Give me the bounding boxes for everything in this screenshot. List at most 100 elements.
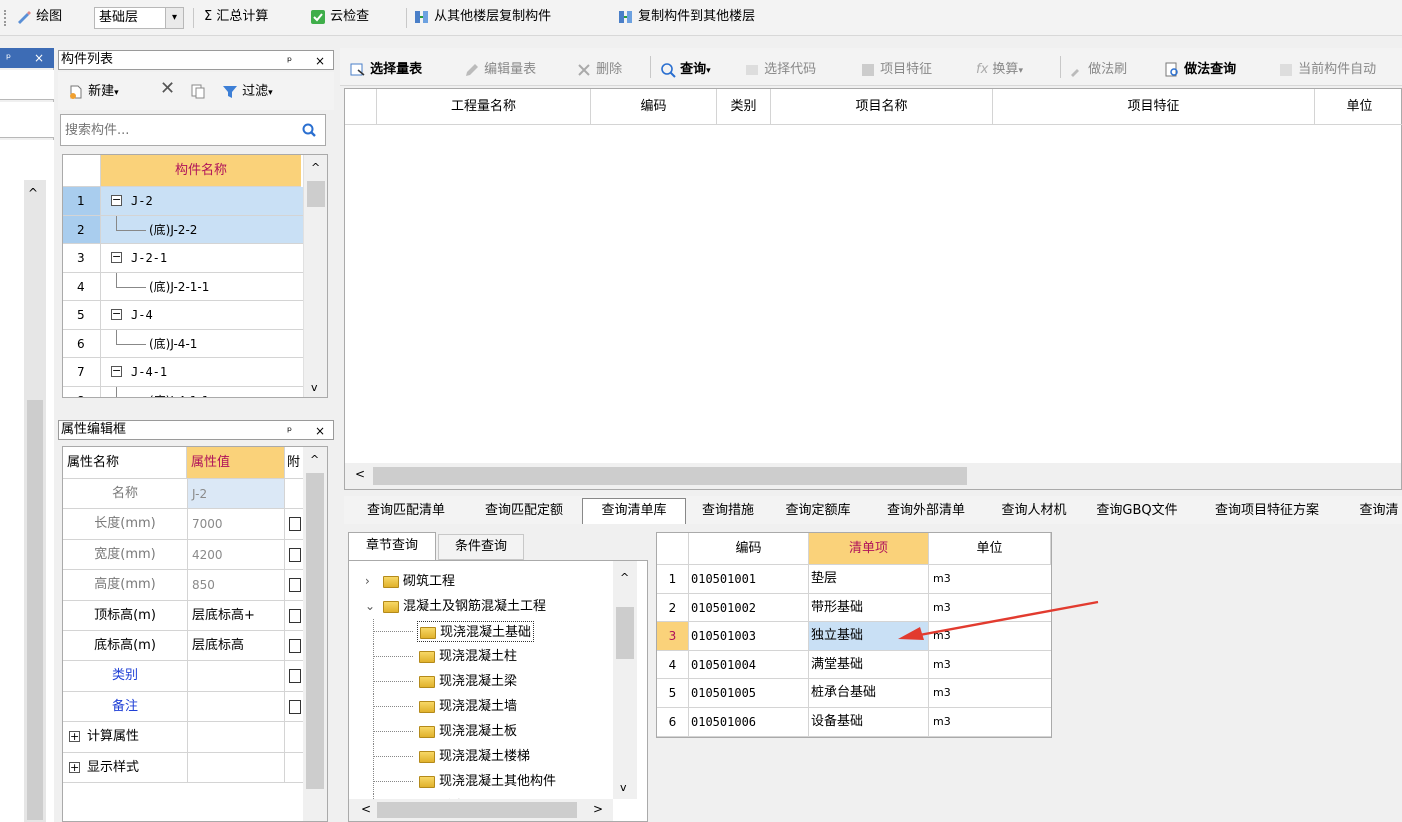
attach-checkbox[interactable] bbox=[289, 517, 301, 532]
scroll-thumb[interactable] bbox=[307, 181, 325, 207]
expand-icon[interactable]: + bbox=[69, 731, 80, 743]
copy-to-floor-button[interactable]: 复制构件到其他楼层 bbox=[618, 6, 755, 28]
property-value[interactable]: 层底标高+ bbox=[187, 600, 285, 630]
column-header-prop-name[interactable]: 属性名称 bbox=[63, 447, 187, 479]
component-row[interactable]: 5− J-4 bbox=[63, 301, 303, 330]
close-icon[interactable]: × bbox=[315, 421, 325, 441]
attach-checkbox[interactable] bbox=[289, 608, 301, 623]
scroll-down-icon[interactable]: v bbox=[620, 781, 627, 794]
column-header-component-name[interactable]: 构件名称 bbox=[101, 155, 301, 187]
component-row[interactable]: 1− J-2 bbox=[63, 187, 303, 216]
component-row[interactable]: 4 (底)J-2-1-1 bbox=[63, 272, 303, 301]
copy-icon[interactable] bbox=[190, 83, 206, 99]
property-value[interactable]: 4200 bbox=[187, 539, 285, 570]
attach-checkbox[interactable] bbox=[289, 699, 301, 714]
chevron-down-icon[interactable]: ⌄ bbox=[365, 594, 375, 619]
attach-checkbox[interactable] bbox=[289, 578, 301, 593]
tree-vertical-scrollbar[interactable]: ^ v bbox=[613, 561, 637, 799]
attach-checkbox[interactable] bbox=[289, 639, 301, 653]
delete-button[interactable]: 删除 bbox=[576, 58, 622, 78]
property-value[interactable] bbox=[187, 691, 285, 722]
qty-column-header[interactable]: 类别 bbox=[717, 89, 771, 125]
scroll-thumb[interactable] bbox=[27, 400, 43, 820]
select-qty-button[interactable]: 选择量表 bbox=[350, 58, 422, 78]
query-button[interactable]: 查询▾ bbox=[660, 58, 711, 78]
property-row[interactable]: + 计算属性 bbox=[63, 722, 303, 753]
property-value[interactable]: 7000 bbox=[187, 509, 285, 539]
scroll-up-icon[interactable]: ^ bbox=[620, 571, 629, 584]
tree-node[interactable]: 现浇混凝土墙 bbox=[349, 694, 611, 719]
select-code-button[interactable]: 选择代码 bbox=[744, 58, 816, 78]
property-row[interactable]: 备注 bbox=[63, 691, 303, 723]
component-scrollbar[interactable]: ^ v bbox=[303, 155, 327, 397]
convert-button[interactable]: fx 换算▾ bbox=[976, 58, 1023, 77]
tree-node[interactable]: 现浇混凝土柱 bbox=[349, 644, 611, 669]
left-dock-item[interactable] bbox=[0, 102, 54, 138]
collapse-icon[interactable]: − bbox=[111, 365, 122, 377]
tab-query-10[interactable]: 查询清 bbox=[1344, 500, 1402, 522]
scroll-thumb[interactable] bbox=[373, 467, 967, 485]
bill-column-header[interactable]: 清单项 bbox=[809, 533, 929, 565]
qty-horizontal-scrollbar[interactable]: < bbox=[345, 463, 1401, 489]
summary-calc-button[interactable]: Σ 汇总计算 bbox=[204, 6, 268, 28]
collapse-icon[interactable]: − bbox=[111, 251, 122, 263]
property-value[interactable]: J-2 bbox=[187, 479, 285, 509]
filter-button[interactable]: 过滤▾ bbox=[222, 80, 273, 100]
bill-row[interactable]: 4 010501004 满堂基础 m3 bbox=[657, 650, 1051, 680]
qty-column-header[interactable]: 工程量名称 bbox=[377, 89, 591, 125]
qty-column-header[interactable]: 项目名称 bbox=[771, 89, 993, 125]
edit-qty-button[interactable]: 编辑量表 bbox=[464, 58, 536, 78]
scroll-left-icon[interactable]: < bbox=[355, 467, 365, 481]
layer-select[interactable]: 基础层 ▾ bbox=[94, 7, 184, 29]
tree-node[interactable]: 现浇混凝土基础 bbox=[349, 619, 611, 644]
chevron-right-icon[interactable]: › bbox=[365, 569, 370, 594]
property-row[interactable]: 长度(mm) 7000 bbox=[63, 509, 303, 540]
scroll-thumb[interactable] bbox=[306, 473, 324, 789]
bill-row[interactable]: 5 010501005 桩承台基础 m3 bbox=[657, 679, 1051, 708]
scroll-thumb[interactable] bbox=[377, 802, 577, 818]
property-scrollbar[interactable]: ^ bbox=[303, 447, 327, 821]
scroll-up-icon[interactable]: ^ bbox=[311, 161, 320, 174]
draw-button[interactable]: 绘图 bbox=[16, 6, 62, 28]
search-icon[interactable] bbox=[301, 122, 317, 138]
tab-condition-query[interactable]: 条件查询 bbox=[438, 534, 524, 560]
property-value[interactable] bbox=[187, 722, 285, 752]
column-header-prop-value[interactable]: 属性值 bbox=[187, 447, 285, 479]
tab-chapter-query[interactable]: 章节查询 bbox=[348, 532, 436, 562]
tab-query-8[interactable]: 查询GBQ文件 bbox=[1084, 500, 1190, 522]
delete-icon[interactable]: ✕ bbox=[160, 78, 175, 99]
tree-node[interactable]: 现浇混凝土梁 bbox=[349, 669, 611, 694]
qty-column-header[interactable]: 单位 bbox=[1315, 89, 1402, 125]
left-scrollbar[interactable]: ^ bbox=[24, 180, 46, 822]
tab-query-6[interactable]: 查询外部清单 bbox=[868, 500, 984, 522]
bill-row[interactable]: 6 010501006 设备基础 m3 bbox=[657, 708, 1051, 737]
attach-checkbox[interactable] bbox=[289, 547, 301, 562]
scroll-down-icon[interactable]: v bbox=[311, 381, 318, 394]
method-brush-button[interactable]: 做法刷 bbox=[1068, 58, 1127, 78]
scroll-up-icon[interactable]: ^ bbox=[310, 453, 319, 466]
pin-icon[interactable]: ᵖ bbox=[287, 421, 292, 441]
scroll-right-icon[interactable]: > bbox=[593, 802, 603, 816]
pin-icon[interactable]: ᵖ bbox=[287, 51, 292, 71]
item-feature-button[interactable]: 项目特征 bbox=[860, 58, 932, 78]
copy-from-floor-button[interactable]: 从其他楼层复制构件 bbox=[414, 6, 551, 28]
bill-column-header[interactable]: 编码 bbox=[689, 533, 809, 565]
tab-query-2[interactable]: 查询匹配定额 bbox=[468, 500, 580, 522]
property-row[interactable]: 名称 J-2 bbox=[63, 479, 303, 510]
component-row[interactable]: 6 (底)J-4-1 bbox=[63, 329, 303, 358]
tab-query-4[interactable]: 查询措施 bbox=[688, 500, 768, 522]
tree-node[interactable]: ⌄ 混凝土及钢筋混凝土工程 bbox=[349, 594, 611, 619]
left-dock-item[interactable] bbox=[0, 70, 54, 100]
property-value[interactable] bbox=[187, 661, 285, 691]
component-row[interactable]: 2 (底)J-2-2 bbox=[63, 215, 303, 244]
qty-column-header[interactable]: 编码 bbox=[591, 89, 717, 125]
new-component-button[interactable]: 新建▾ bbox=[68, 80, 119, 100]
component-row[interactable]: 3− J-2-1 bbox=[63, 244, 303, 273]
property-row[interactable]: 高度(mm) 850 bbox=[63, 570, 303, 601]
qty-column-header[interactable]: 项目特征 bbox=[993, 89, 1315, 125]
tree-horizontal-scrollbar[interactable]: < > bbox=[349, 799, 613, 821]
method-query-button[interactable]: 做法查询 bbox=[1164, 58, 1236, 78]
tab-query-9[interactable]: 查询项目特征方案 bbox=[1192, 500, 1342, 522]
current-auto-button[interactable]: 当前构件自动 bbox=[1278, 58, 1376, 78]
component-row[interactable]: 8 (底)J-4-1-1 bbox=[63, 386, 303, 397]
